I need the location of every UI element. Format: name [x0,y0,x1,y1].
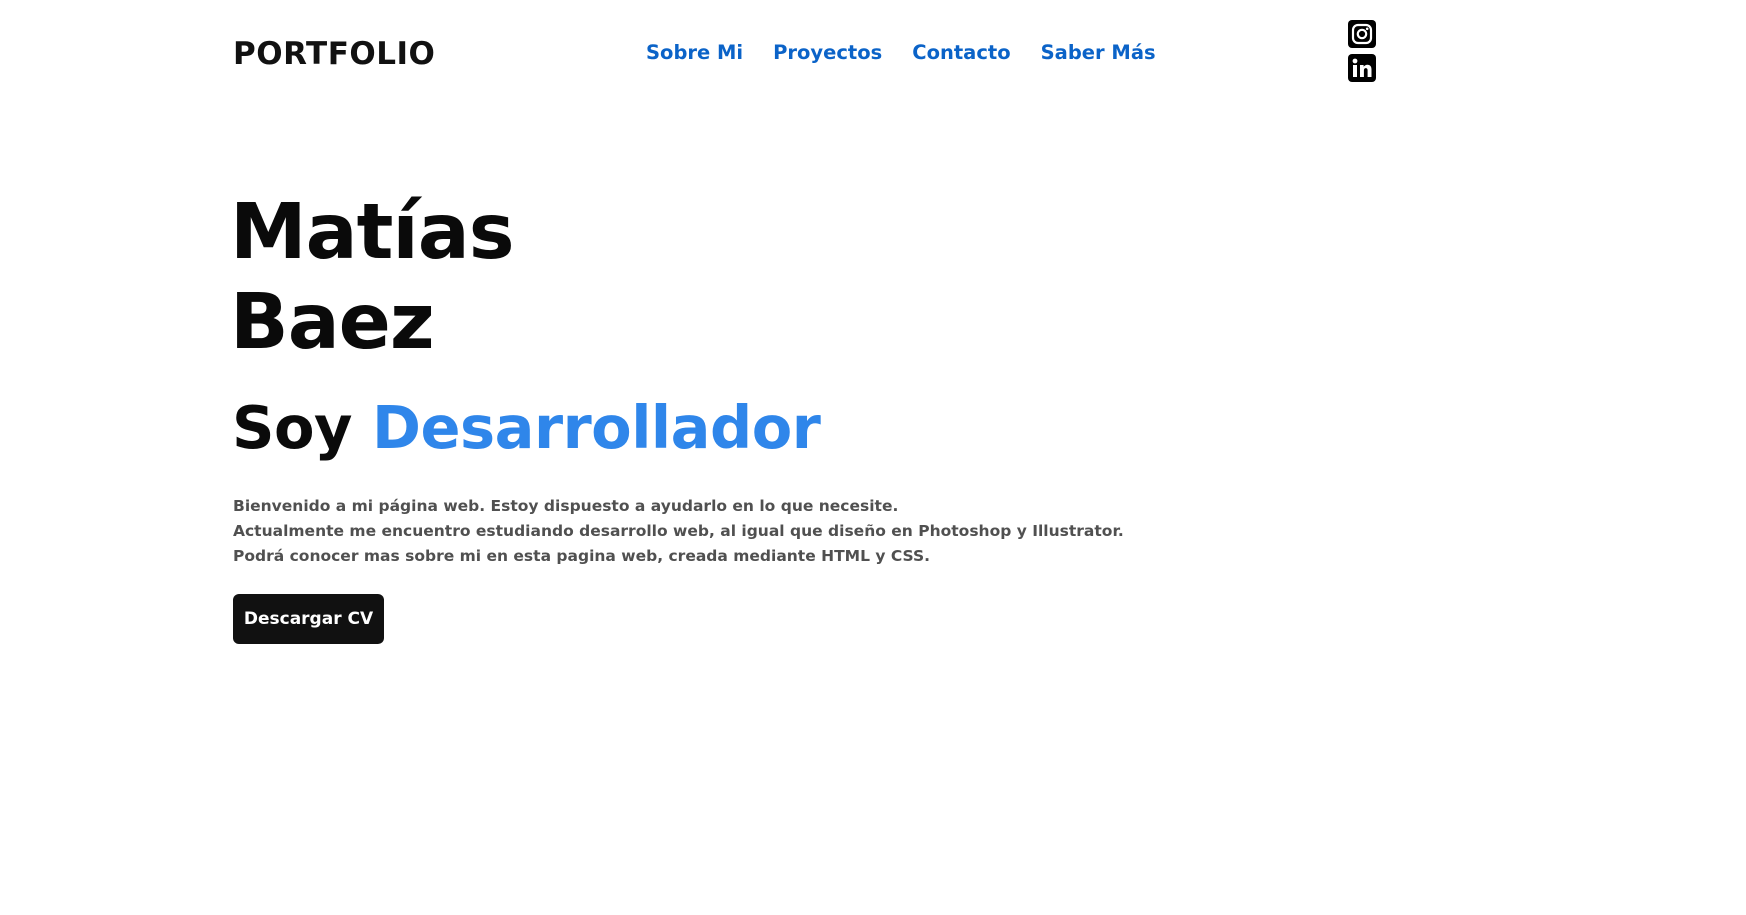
nav-link-sobre-mi[interactable]: Sobre Mi [646,38,743,68]
hero-name: Matías Baez [230,188,515,368]
page: PORTFOLIO Sobre Mi Proyectos Contacto Sa… [0,0,1746,915]
download-cv-button[interactable]: Descargar CV [233,594,384,644]
instagram-icon[interactable] [1348,20,1376,48]
site-logo[interactable]: PORTFOLIO [233,34,435,74]
intro-line: Bienvenido a mi página web. Estoy dispue… [233,497,899,515]
intro-text: Bienvenido a mi página web. Estoy dispue… [233,494,1124,569]
last-name: Baez [230,278,435,367]
linkedin-icon[interactable] [1348,54,1376,82]
social-links [1348,20,1376,82]
first-name: Matías [230,188,515,277]
role-prefix: Soy [232,393,353,462]
nav-link-proyectos[interactable]: Proyectos [773,38,882,68]
role-accent: Desarrollador [372,393,821,462]
nav-link-saber-mas[interactable]: Saber Más [1041,38,1156,68]
intro-line: Podrá conocer mas sobre mi en esta pagin… [233,547,931,565]
intro-line: Actualmente me encuentro estudiando desa… [233,522,1124,540]
role-heading: Soy Desarrollador [232,390,821,466]
nav-link-contacto[interactable]: Contacto [912,38,1010,68]
main-nav: Sobre Mi Proyectos Contacto Saber Más [646,38,1156,68]
